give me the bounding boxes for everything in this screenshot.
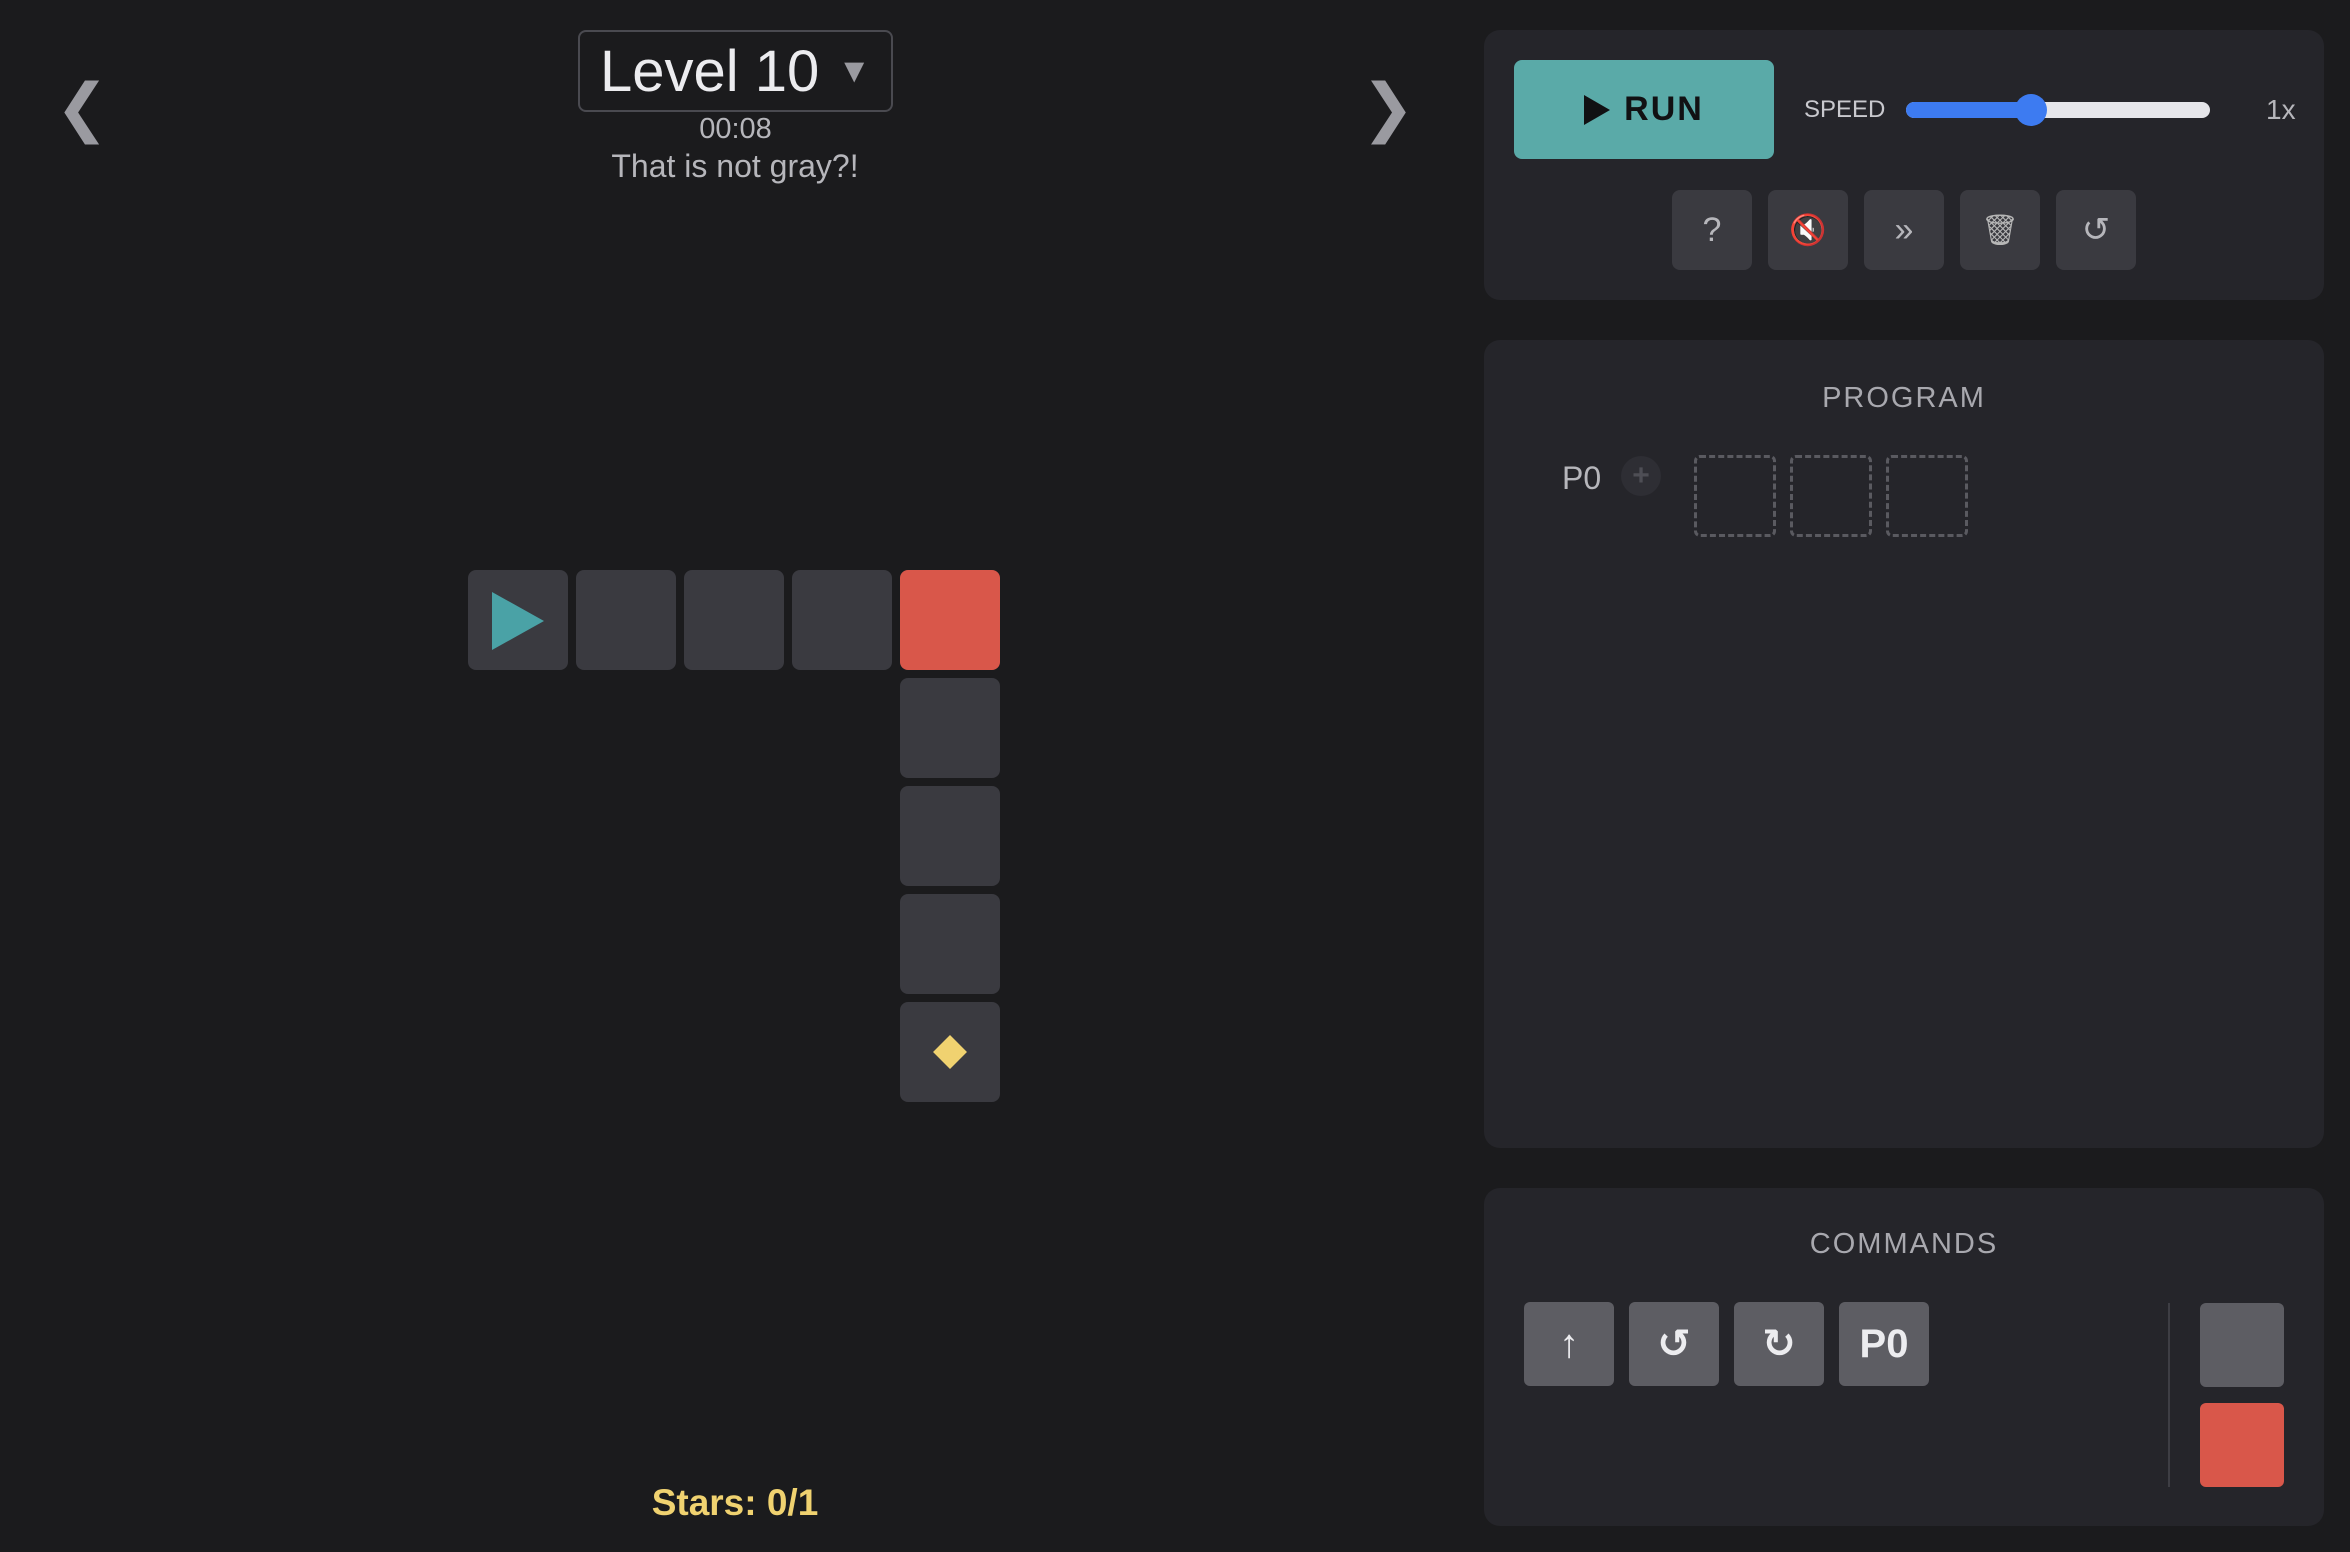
clear-icon: 🗑 (1980, 213, 2020, 247)
dropdown-caret-icon: ▼ (837, 51, 871, 90)
previous-level-arrow-icon[interactable]: ❮ (52, 72, 112, 142)
turn-left-command[interactable]: ↺ (1629, 1302, 1719, 1386)
board-tile-gray (900, 894, 1000, 994)
help-icon: ? (1702, 210, 1722, 249)
board-tile-red (900, 570, 1000, 670)
speed-slider-fill (1906, 102, 2031, 118)
star-icon (933, 1035, 967, 1069)
speed-label: SPEED (1804, 96, 1886, 123)
next-level-arrow-icon[interactable]: ❯ (1358, 72, 1418, 142)
mute-icon: 🔇 (1789, 213, 1827, 247)
help-button[interactable]: ? (1672, 190, 1752, 270)
add-slot-icon[interactable]: + (1621, 456, 1661, 496)
function-label-p0: P0 (1562, 460, 1602, 496)
program-slot[interactable] (1694, 455, 1776, 537)
timer: 00:08 (699, 113, 772, 145)
forward-icon: ↑ (1559, 1321, 1579, 1366)
board-tile-gray (900, 1002, 1000, 1102)
run-button[interactable]: RUN (1514, 60, 1774, 159)
tool-buttons: ? 🔇 » 🗑 ↺ (1672, 190, 2136, 270)
program-title: PROGRAM (1822, 382, 1986, 414)
fast-forward-icon: » (1894, 210, 1914, 249)
board-tile-gray (900, 678, 1000, 778)
call-p0-command[interactable]: P0 (1839, 1302, 1929, 1386)
commands-divider (2168, 1303, 2170, 1487)
robot-arrow-icon (492, 592, 544, 650)
turn-left-icon: ↺ (1657, 1322, 1691, 1366)
gray-condition-swatch[interactable] (2200, 1303, 2284, 1387)
turn-right-command[interactable]: ↻ (1734, 1302, 1824, 1386)
program-slot[interactable] (1790, 455, 1872, 537)
mute-button[interactable]: 🔇 (1768, 190, 1848, 270)
game-screen: ❮ ❯ Level 10 ▼ 00:08 That is not gray?! … (0, 0, 2350, 1552)
speed-slider-thumb[interactable] (2014, 94, 2047, 126)
reset-button[interactable]: ↺ (2056, 190, 2136, 270)
reset-icon: ↺ (2081, 211, 2111, 249)
clear-button[interactable]: 🗑 (1960, 190, 2040, 270)
board-tile-gray (576, 570, 676, 670)
program-panel: PROGRAM P0 + (1484, 340, 2324, 1148)
stars-counter: Stars: 0/1 (651, 1482, 819, 1523)
red-condition-swatch[interactable] (2200, 1403, 2284, 1487)
board-tile-gray (792, 570, 892, 670)
speed-slider[interactable] (1906, 94, 2210, 126)
commands-title: COMMANDS (1809, 1228, 1999, 1260)
level-label: Level 10 (600, 38, 820, 104)
speed-value: 1x (2266, 94, 2296, 125)
turn-right-icon: ↻ (1762, 1322, 1796, 1366)
fast-forward-button[interactable]: » (1864, 190, 1944, 270)
board-tile-gray (900, 786, 1000, 886)
commands-panel: COMMANDS ↑ ↺ ↻ P0 (1484, 1188, 2324, 1526)
board-tile-gray (684, 570, 784, 670)
level-hint: That is not gray?! (611, 148, 859, 184)
program-slot[interactable] (1886, 455, 1968, 537)
controls-panel: RUN SPEED 1x ? 🔇 » 🗑 ↺ (1484, 30, 2324, 300)
run-label: RUN (1624, 90, 1704, 128)
p0-label: P0 (1859, 1321, 1909, 1366)
board-tile-gray (468, 570, 568, 670)
forward-command[interactable]: ↑ (1524, 1302, 1614, 1386)
level-selector[interactable]: Level 10 ▼ (578, 30, 893, 112)
play-icon (1584, 94, 1611, 125)
